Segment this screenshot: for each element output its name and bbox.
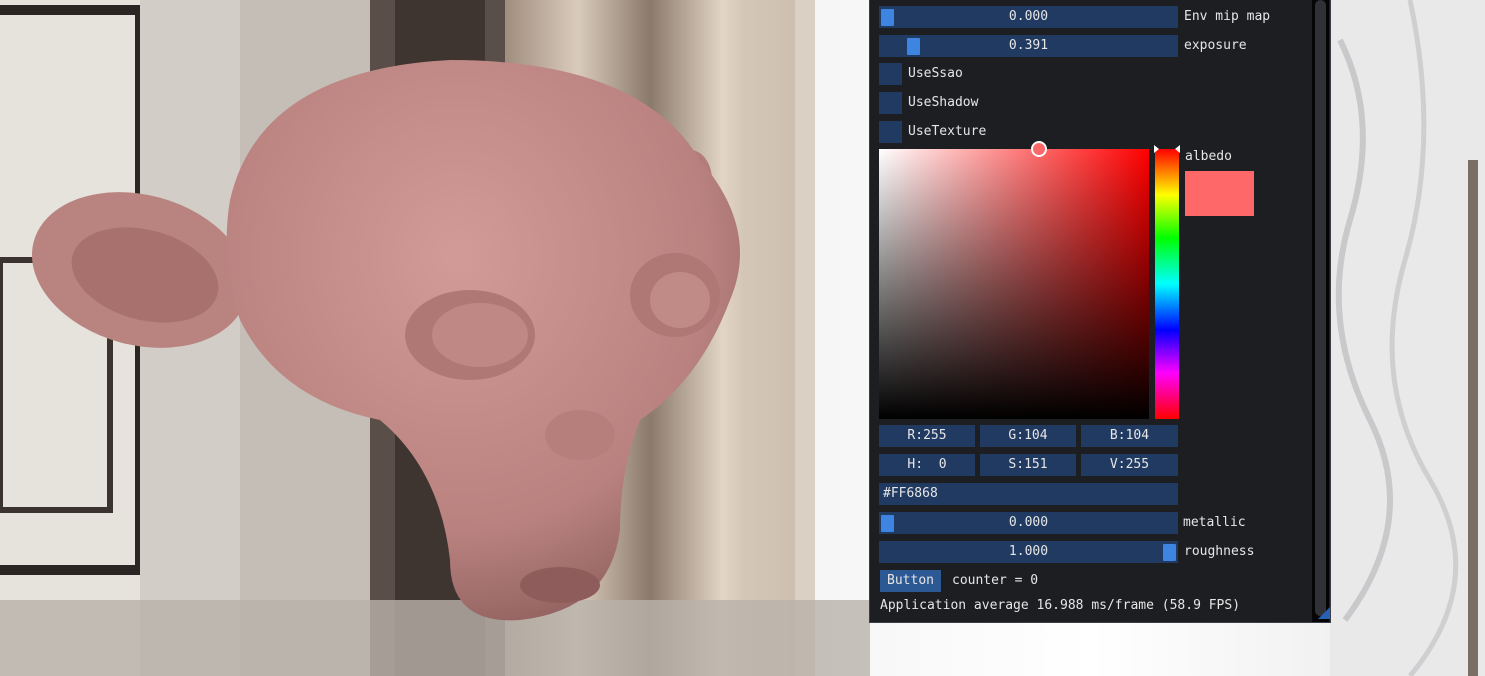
saturation-value-square[interactable] <box>879 149 1149 419</box>
roughness-slider[interactable]: 1.000 <box>879 541 1178 563</box>
fps-text: Application average 16.988 ms/frame (58.… <box>880 598 1241 613</box>
counter-text: counter = 0 <box>952 573 1039 588</box>
roughness-value: 1.000 <box>1008 544 1049 559</box>
metallic-value: 0.000 <box>1008 515 1049 530</box>
use-texture-checkbox[interactable] <box>879 121 902 143</box>
red-field[interactable]: R:255 <box>879 425 975 447</box>
saturation-field[interactable]: S:151 <box>980 454 1076 476</box>
panel-scrollbar[interactable] <box>1312 0 1329 622</box>
hue-marker-right <box>1175 145 1180 153</box>
metallic-slider[interactable]: 0.000 <box>879 512 1178 534</box>
env-mip-map-value: 0.000 <box>1008 9 1049 24</box>
hue-marker-left <box>1154 145 1159 153</box>
albedo-label: albedo <box>1185 149 1232 164</box>
albedo-color-swatch[interactable] <box>1185 171 1254 216</box>
metallic-label: metallic <box>1183 515 1246 530</box>
exposure-slider[interactable]: 0.391 <box>879 35 1178 57</box>
env-mip-map-label: Env mip map <box>1184 9 1271 24</box>
button[interactable]: Button <box>880 570 941 592</box>
roughness-label: roughness <box>1184 544 1255 559</box>
green-field[interactable]: G:104 <box>980 425 1076 447</box>
blue-field[interactable]: B:104 <box>1081 425 1178 447</box>
exposure-value: 0.391 <box>1008 38 1049 53</box>
value-field[interactable]: V:255 <box>1081 454 1178 476</box>
resize-grip[interactable] <box>1318 607 1330 619</box>
use-ssao-checkbox[interactable] <box>879 63 902 85</box>
use-texture-label: UseTexture <box>908 124 987 139</box>
env-mip-map-slider[interactable]: 0.000 <box>879 6 1178 28</box>
use-shadow-checkbox[interactable] <box>879 92 902 114</box>
use-ssao-label: UseSsao <box>908 66 963 81</box>
hue-bar[interactable] <box>1155 149 1179 419</box>
color-picker-cursor[interactable] <box>1031 141 1047 157</box>
use-shadow-label: UseShadow <box>908 95 979 110</box>
scrollbar-grab[interactable] <box>1315 0 1326 616</box>
hex-color-input[interactable]: #FF6868 <box>879 483 1178 505</box>
hue-field[interactable]: H: 0 <box>879 454 975 476</box>
exposure-label: exposure <box>1184 38 1247 53</box>
